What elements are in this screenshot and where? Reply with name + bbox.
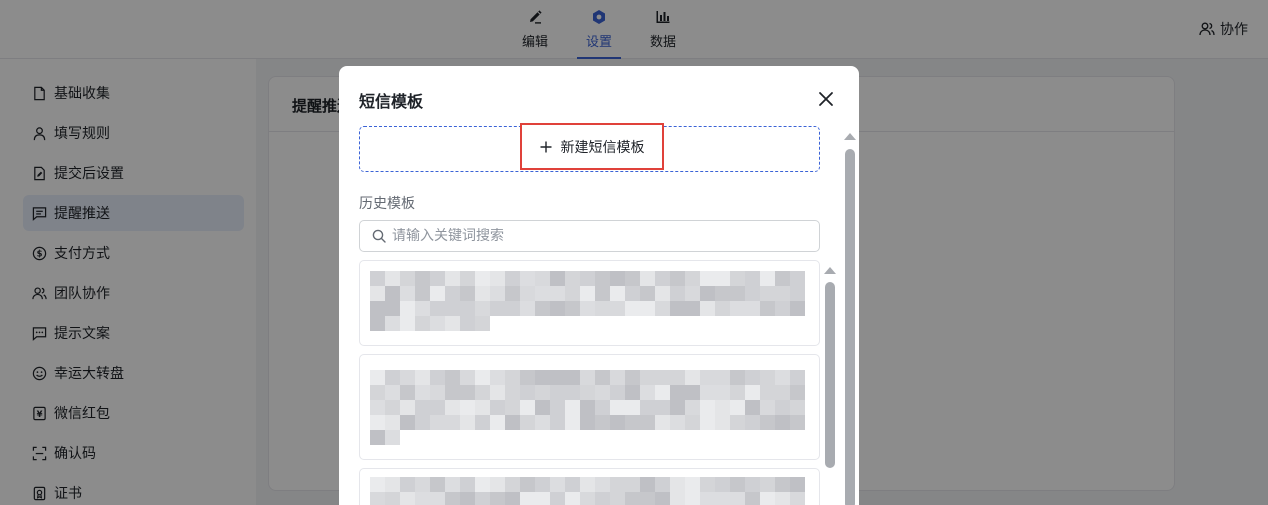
blurred-text-line <box>370 430 400 445</box>
blurred-text-line <box>370 370 805 385</box>
modal-title: 短信模板 <box>359 92 424 111</box>
blurred-text-line <box>370 400 805 415</box>
modal-scrollbar-thumb[interactable] <box>845 149 855 505</box>
close-icon[interactable] <box>816 89 836 109</box>
history-template-item[interactable] <box>359 354 820 460</box>
blurred-text-line <box>370 477 805 492</box>
new-template-label: 新建短信模板 <box>560 139 645 156</box>
blurred-text-line <box>370 415 805 430</box>
history-template-item[interactable] <box>359 260 820 346</box>
blurred-text-line <box>370 271 805 286</box>
new-sms-template-button[interactable]: 新建短信模板 <box>520 123 664 170</box>
blurred-text-line <box>370 492 805 505</box>
list-scrollbar-thumb[interactable] <box>825 282 835 468</box>
history-templates-label: 历史模板 <box>359 196 415 212</box>
modal-scroll-up-icon[interactable] <box>844 133 856 140</box>
search-icon <box>372 229 386 243</box>
blurred-text-line <box>370 301 805 316</box>
template-search-box[interactable] <box>359 220 820 252</box>
sms-template-modal: 短信模板 新建短信模板 历史模板 <box>339 66 859 505</box>
plus-icon <box>540 141 551 152</box>
search-input[interactable] <box>392 228 772 244</box>
history-template-item[interactable] <box>359 468 820 505</box>
blurred-text-line <box>370 286 805 301</box>
list-scroll-up-icon[interactable] <box>824 267 836 274</box>
blurred-text-line <box>370 316 490 331</box>
blurred-text-line <box>370 385 805 400</box>
